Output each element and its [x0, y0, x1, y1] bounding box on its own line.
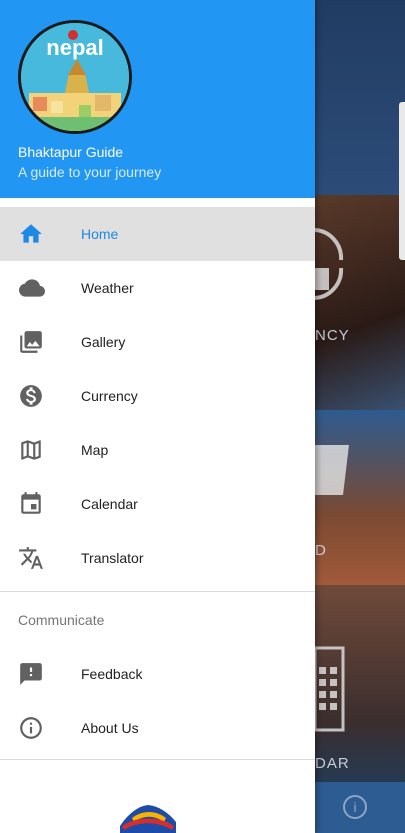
menu-item-label: Gallery — [81, 334, 126, 350]
background-tile-label: D — [315, 542, 327, 559]
menu-item-label: Calendar — [81, 496, 138, 512]
menu-item-home[interactable]: Home — [0, 207, 315, 261]
menu-item-label: Weather — [81, 280, 134, 296]
menu-item-calendar[interactable]: Calendar — [0, 477, 315, 531]
calendar-grid-icon — [315, 646, 345, 732]
bowl-icon — [315, 445, 349, 495]
menu-item-feedback[interactable]: Feedback — [0, 647, 315, 701]
navigation-drawer: nepal Bhaktapur Guide A guide to your jo… — [0, 0, 315, 833]
background-header — [315, 0, 405, 195]
menu-item-label: Feedback — [81, 666, 143, 682]
menu-item-label: Map — [81, 442, 109, 458]
info-icon — [0, 715, 81, 741]
info-icon[interactable]: i — [343, 795, 367, 819]
home-icon — [0, 221, 81, 247]
menu-item-about-us[interactable]: About Us — [0, 701, 315, 755]
gallery-icon — [0, 329, 81, 355]
logo-text: nepal — [46, 35, 103, 60]
menu-item-label: Currency — [81, 388, 138, 404]
app-subtitle: A guide to your journey — [18, 164, 162, 180]
map-icon — [0, 437, 81, 463]
background-tile-label: DAR — [315, 755, 350, 772]
menu-item-currency[interactable]: Currency — [0, 369, 315, 423]
footer-logo-icon — [120, 805, 176, 833]
background-tile-food[interactable]: D — [315, 410, 405, 585]
background-tile-currency[interactable]: NCY — [315, 195, 405, 410]
menu-item-weather[interactable]: Weather — [0, 261, 315, 315]
drawer-menu: Home Weather Gallery Currency Map Calend… — [0, 207, 315, 760]
calendar-icon — [0, 491, 81, 517]
currency-exchange-icon — [315, 228, 344, 300]
dollar-icon — [0, 383, 81, 409]
menu-item-translator[interactable]: Translator — [0, 531, 315, 585]
drawer-header: nepal Bhaktapur Guide A guide to your jo… — [0, 0, 315, 198]
menu-item-gallery[interactable]: Gallery — [0, 315, 315, 369]
background-scrollbar[interactable] — [399, 102, 405, 260]
background-app: NCY D DAR i — [315, 0, 405, 833]
section-header-communicate: Communicate — [18, 611, 105, 628]
background-bottom-bar: i — [315, 782, 405, 833]
app-logo: nepal — [18, 20, 132, 134]
menu-item-label: About Us — [81, 720, 139, 736]
menu-item-label: Translator — [81, 550, 144, 566]
background-tile-calendar[interactable]: DAR — [315, 585, 405, 782]
menu-item-map[interactable]: Map — [0, 423, 315, 477]
app-title: Bhaktapur Guide — [18, 144, 124, 160]
cloud-icon — [0, 275, 81, 301]
menu-item-label: Home — [81, 226, 119, 242]
feedback-icon — [0, 661, 81, 687]
divider — [0, 759, 315, 760]
background-tile-label: NCY — [315, 327, 350, 344]
nepal-logo-icon: nepal — [21, 23, 129, 131]
translate-icon — [0, 545, 81, 571]
